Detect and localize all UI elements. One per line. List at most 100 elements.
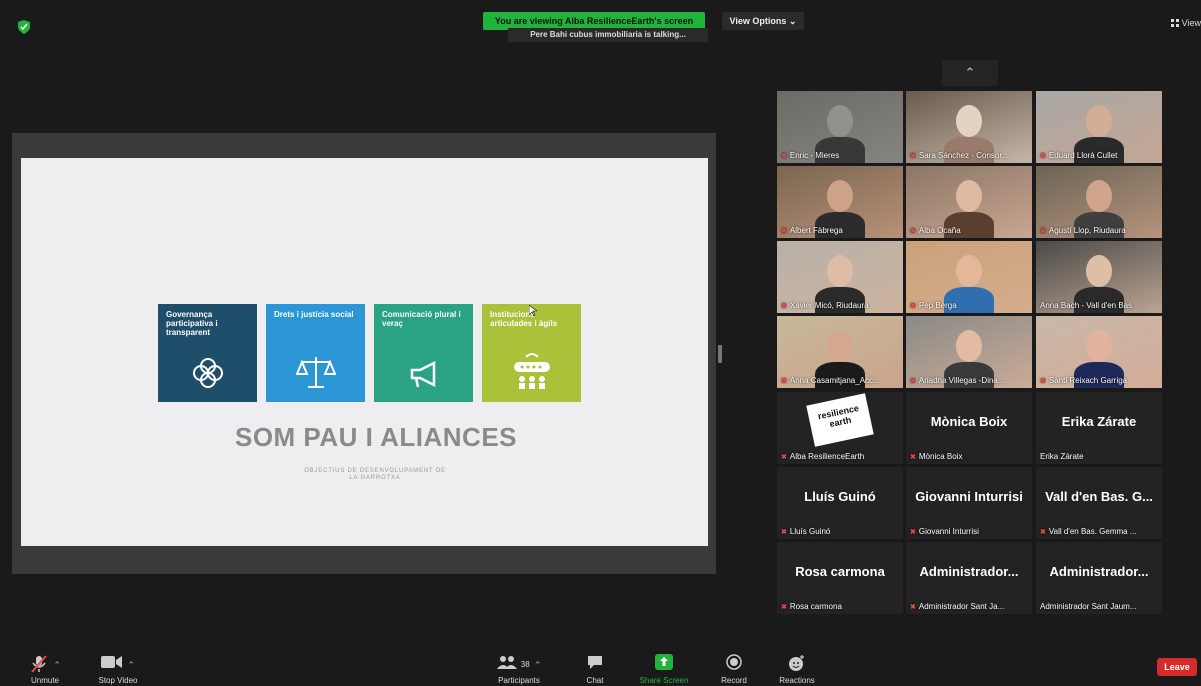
record-icon xyxy=(716,654,752,676)
participant-face xyxy=(827,180,853,212)
leave-button[interactable]: Leave xyxy=(1157,658,1197,676)
record-button[interactable]: Record xyxy=(716,654,752,685)
participant-label-text: Ariadna Villegas -Dina... xyxy=(918,376,1005,385)
participant-display-name: Vall d'en Bas. G... xyxy=(1045,489,1153,504)
muted-mic-icon: ✖ xyxy=(910,303,916,310)
stop-video-button[interactable]: ⌃ Stop Video xyxy=(88,654,148,685)
participant-label-text: Erika Zárate xyxy=(1040,452,1084,461)
muted-mic-icon: ✖ xyxy=(910,153,916,160)
muted-microphone-icon: ⌃ xyxy=(22,654,68,676)
participant-tile[interactable]: resilience earth ✖ Alba ResilienceEarth xyxy=(777,392,903,464)
participant-name-label: Anna Bach - Vall d'en Bas xyxy=(1036,299,1162,313)
participants-button[interactable]: 38 ⌃ Participants xyxy=(482,654,556,685)
participant-tile[interactable]: Rosa carmona ✖ Rosa carmona xyxy=(777,542,903,614)
participant-label-text: Enric - Mieres xyxy=(789,151,840,160)
reactions-button[interactable]: Reactions xyxy=(774,654,820,685)
participant-name-label: ✖ Santi Reixach Garriga xyxy=(1036,374,1162,388)
participant-tile[interactable]: Administrador... Administrador Sant Jaum.… xyxy=(1036,542,1162,614)
participant-face xyxy=(956,330,982,362)
gallery-scroll-up-button[interactable]: ⌃ xyxy=(942,60,998,86)
participant-label-text: Administrador Sant Ja... xyxy=(918,602,1005,611)
participant-face xyxy=(1086,330,1112,362)
muted-mic-icon: ✖ xyxy=(781,153,787,160)
participant-label-text: Pep Berga xyxy=(918,301,957,310)
participant-tile[interactable]: Lluís Guinó ✖ Lluís Guinó xyxy=(777,467,903,539)
participant-face xyxy=(827,330,853,362)
participant-label-text: Rosa carmona xyxy=(789,602,842,611)
participant-label-text: Sara Sánchez - Consor... xyxy=(918,151,1009,160)
reactions-label: Reactions xyxy=(779,676,815,685)
card-label: Governança participativa i transparent xyxy=(166,310,218,337)
participant-name-label: ✖ Enric - Mieres xyxy=(777,149,903,163)
chat-button[interactable]: Chat xyxy=(582,654,608,685)
participant-tile[interactable]: ✖ Santi Reixach Garriga xyxy=(1036,316,1162,388)
participant-display-name: Lluís Guinó xyxy=(804,489,876,504)
participant-label-text: Anna Bach - Vall d'en Bas xyxy=(1040,301,1133,310)
meeting-toolbar: ⌃ Unmute ⌃ Stop Video 38 ⌃ Participants … xyxy=(0,646,1201,686)
participant-tile[interactable]: ✖ Xavier Micó, Riudaura xyxy=(777,241,903,313)
view-label: View xyxy=(1181,18,1201,28)
participant-label-text: Alba Ocaña xyxy=(918,226,961,235)
participants-icon: 38 ⌃ xyxy=(482,654,556,676)
chat-label: Chat xyxy=(586,676,604,685)
participants-count: 38 xyxy=(520,660,530,669)
participant-tile[interactable]: ✖ Agustí Llop, Riudaura xyxy=(1036,166,1162,238)
view-options-button[interactable]: View Options ⌄ xyxy=(722,12,804,30)
participant-tile[interactable]: Erika Zárate Erika Zárate xyxy=(1036,392,1162,464)
share-screen-label: Share Screen xyxy=(639,676,689,685)
participant-label-text: Alba ResilienceEarth xyxy=(789,452,865,461)
participant-tile[interactable]: ✖ Enric - Mieres xyxy=(777,91,903,163)
participant-face xyxy=(956,105,982,137)
view-button[interactable]: View xyxy=(1170,18,1201,28)
unmute-button[interactable]: ⌃ Unmute xyxy=(22,654,68,685)
participant-tile[interactable]: ✖ Ariadna Villegas -Dina... xyxy=(906,316,1032,388)
slide-card-drets: Drets i justícia social xyxy=(266,304,365,402)
card-label: Institucions articulades i àgils xyxy=(490,310,558,328)
slide-card-comunicacio: Comunicació plural i veraç xyxy=(374,304,473,402)
muted-mic-icon: ✖ xyxy=(1040,228,1046,235)
participant-name-label: Administrador Sant Jaum... xyxy=(1036,600,1162,614)
participant-name-label: ✖ Giovanni Inturrisi xyxy=(906,525,1032,539)
participant-face xyxy=(827,105,853,137)
participant-name-label: ✖ Anna Casamitjana_Acc... xyxy=(777,374,903,388)
share-screen-button[interactable]: Share Screen xyxy=(632,654,696,685)
participant-name-label: ✖ Rosa carmona xyxy=(777,600,903,614)
video-camera-icon: ⌃ xyxy=(88,654,148,676)
slide-title: SOM PAU I ALIANCES xyxy=(234,422,517,452)
participant-tile[interactable]: ✖ Anna Casamitjana_Acc... xyxy=(777,316,903,388)
participant-name-label: ✖ Alba ResilienceEarth xyxy=(777,450,903,464)
participant-tile[interactable]: ✖ Eduard Llorà Cullet xyxy=(1036,91,1162,163)
stop-video-label: Stop Video xyxy=(98,676,138,685)
participant-tile[interactable]: ✖ Sara Sánchez - Consor... xyxy=(906,91,1032,163)
participant-face xyxy=(1086,105,1112,137)
flower-icon xyxy=(192,358,223,388)
participant-display-name: Mònica Boix xyxy=(930,414,1008,429)
muted-mic-icon: ✖ xyxy=(1040,529,1046,536)
participant-tile[interactable]: Mònica Boix ✖ Mònica Boix xyxy=(906,392,1032,464)
participant-tile[interactable]: Giovanni Inturrisi ✖ Giovanni Inturrisi xyxy=(906,467,1032,539)
participant-name-label: ✖ Albert Fàbrega xyxy=(777,224,903,238)
chevron-up-icon: ⌃ xyxy=(964,65,976,80)
participant-tile[interactable]: Administrador... ✖ Administrador Sant Ja..… xyxy=(906,542,1032,614)
unmute-label: Unmute xyxy=(30,676,59,685)
split-divider-handle[interactable] xyxy=(718,345,722,363)
participant-display-name: Erika Zárate xyxy=(1061,414,1137,429)
participant-label-text: Vall d'en Bas. Gemma ... xyxy=(1048,527,1137,536)
muted-mic-icon: ✖ xyxy=(781,378,787,385)
resilience-earth-logo: resilience earth xyxy=(806,393,874,447)
participant-label-text: Mònica Boix xyxy=(918,452,963,461)
muted-mic-icon: ✖ xyxy=(910,604,916,611)
slide-subtitle: OBJECTIUS DE DESENVOLUPAMENT DE LA GARRO… xyxy=(304,468,446,481)
participant-tile[interactable]: ✖ Pep Berga xyxy=(906,241,1032,313)
muted-mic-icon: ✖ xyxy=(781,454,787,461)
participant-tile[interactable]: ✖ Alba Ocaña xyxy=(906,166,1032,238)
participant-tile[interactable]: Anna Bach - Vall d'en Bas xyxy=(1036,241,1162,313)
participant-face xyxy=(956,255,982,287)
participant-name-label: ✖ Vall d'en Bas. Gemma ... xyxy=(1036,525,1162,539)
participant-name-label: ✖ Sara Sánchez - Consor... xyxy=(906,149,1032,163)
shield-icon[interactable] xyxy=(18,20,30,34)
participant-tile[interactable]: ✖ Albert Fàbrega xyxy=(777,166,903,238)
slide-card-institucions: Institucions articulades i àgils xyxy=(482,304,581,402)
participant-face xyxy=(1086,255,1112,287)
participant-tile[interactable]: Vall d'en Bas. G... ✖ Vall d'en Bas. Gemma… xyxy=(1036,467,1162,539)
